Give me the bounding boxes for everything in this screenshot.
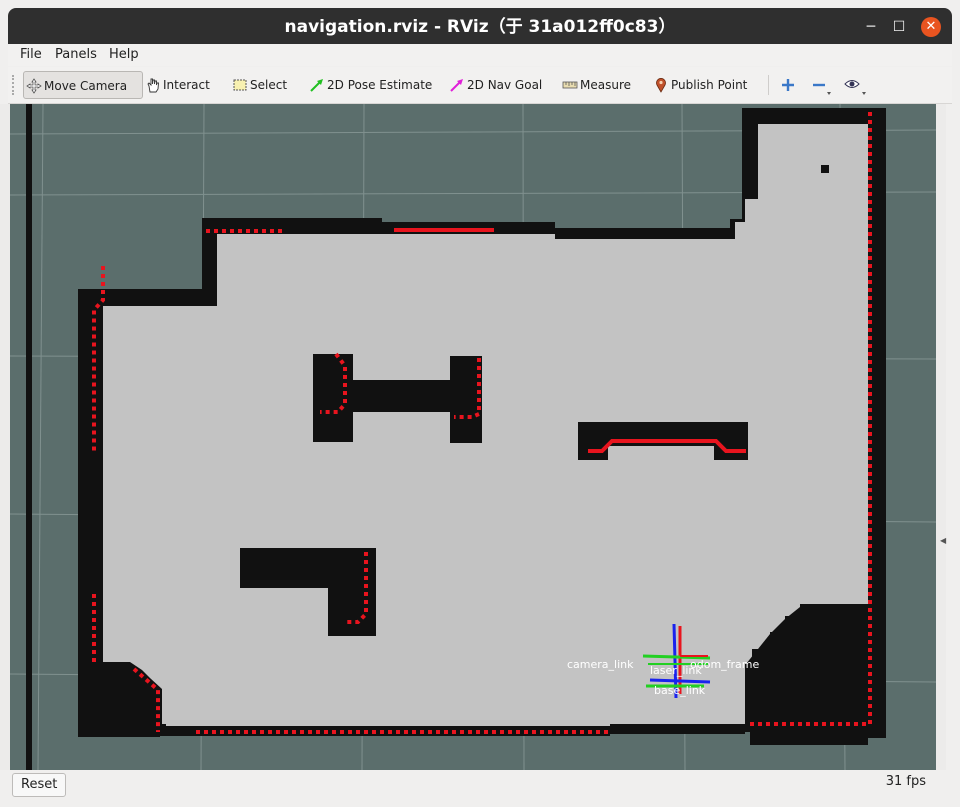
title-bar: navigation.rviz - RViz（于 31a012ff0c83） ─… xyxy=(8,8,952,44)
remove-tool-button[interactable] xyxy=(811,73,831,97)
maximize-button[interactable]: ☐ xyxy=(889,17,909,37)
window-title: navigation.rviz - RViz（于 31a012ff0c83） xyxy=(284,17,676,37)
frame-label-camera: camera_link xyxy=(567,658,634,671)
ruler-icon xyxy=(562,81,578,89)
reset-button[interactable]: Reset xyxy=(12,773,67,797)
magenta-arrow-icon xyxy=(450,79,463,92)
right-dock-handle[interactable]: ◀ xyxy=(936,104,946,770)
map-pin-icon xyxy=(656,78,666,93)
tool-label: Select xyxy=(250,78,288,92)
tool-move-camera[interactable]: Move Camera xyxy=(23,71,143,99)
tool-bar: Move Camera Interact Select 2D Pose Esti… xyxy=(8,67,952,104)
tool-label: Publish Point xyxy=(671,78,748,92)
tool-measure[interactable]: Measure xyxy=(560,71,635,99)
menu-panels[interactable]: Panels xyxy=(55,47,97,62)
render-viewport[interactable]: camera_link odom_frame laser_link base_l… xyxy=(10,104,936,770)
plus-icon xyxy=(782,79,794,91)
left-dock-handle[interactable]: ▶ xyxy=(0,104,21,770)
occupancy-map: camera_link odom_frame laser_link base_l… xyxy=(10,104,936,770)
tool-publish-point[interactable]: Publish Point xyxy=(651,71,751,99)
tool-label: Move Camera xyxy=(44,79,128,93)
tool-label: 2D Nav Goal xyxy=(467,78,543,92)
minus-icon xyxy=(813,83,831,95)
tool-label: Interact xyxy=(163,78,210,92)
green-arrow-icon xyxy=(310,79,323,92)
minimize-button[interactable]: ─ xyxy=(861,17,881,37)
move-camera-icon xyxy=(26,78,42,94)
eye-icon xyxy=(844,80,866,95)
hand-icon xyxy=(147,78,159,93)
menu-file[interactable]: File xyxy=(20,47,42,62)
select-box-icon xyxy=(233,79,247,91)
tool-interact[interactable]: Interact xyxy=(143,71,214,99)
tool-2d-nav-goal[interactable]: 2D Nav Goal xyxy=(447,71,546,99)
expand-right-icon: ◀ xyxy=(940,536,947,545)
menu-help[interactable]: Help xyxy=(109,47,139,62)
add-tool-button[interactable] xyxy=(778,73,798,97)
frame-label-laser: laser_link xyxy=(650,664,702,677)
menu-bar: File Panels Help xyxy=(8,44,952,66)
close-button[interactable]: ✕ xyxy=(921,17,941,37)
frame-label-base: base_link xyxy=(654,684,706,697)
tool-label: Measure xyxy=(580,78,631,92)
tool-select[interactable]: Select xyxy=(230,71,291,99)
tool-visibility-button[interactable] xyxy=(843,73,869,97)
status-bar: Reset 31 fps xyxy=(8,770,952,800)
toolbar-grip[interactable] xyxy=(12,75,18,95)
tool-2d-pose-estimate[interactable]: 2D Pose Estimate xyxy=(307,71,436,99)
free-space xyxy=(103,124,868,726)
fps-readout: 31 fps xyxy=(885,774,926,789)
toolbar-separator xyxy=(768,75,769,95)
tool-label: 2D Pose Estimate xyxy=(327,78,433,92)
